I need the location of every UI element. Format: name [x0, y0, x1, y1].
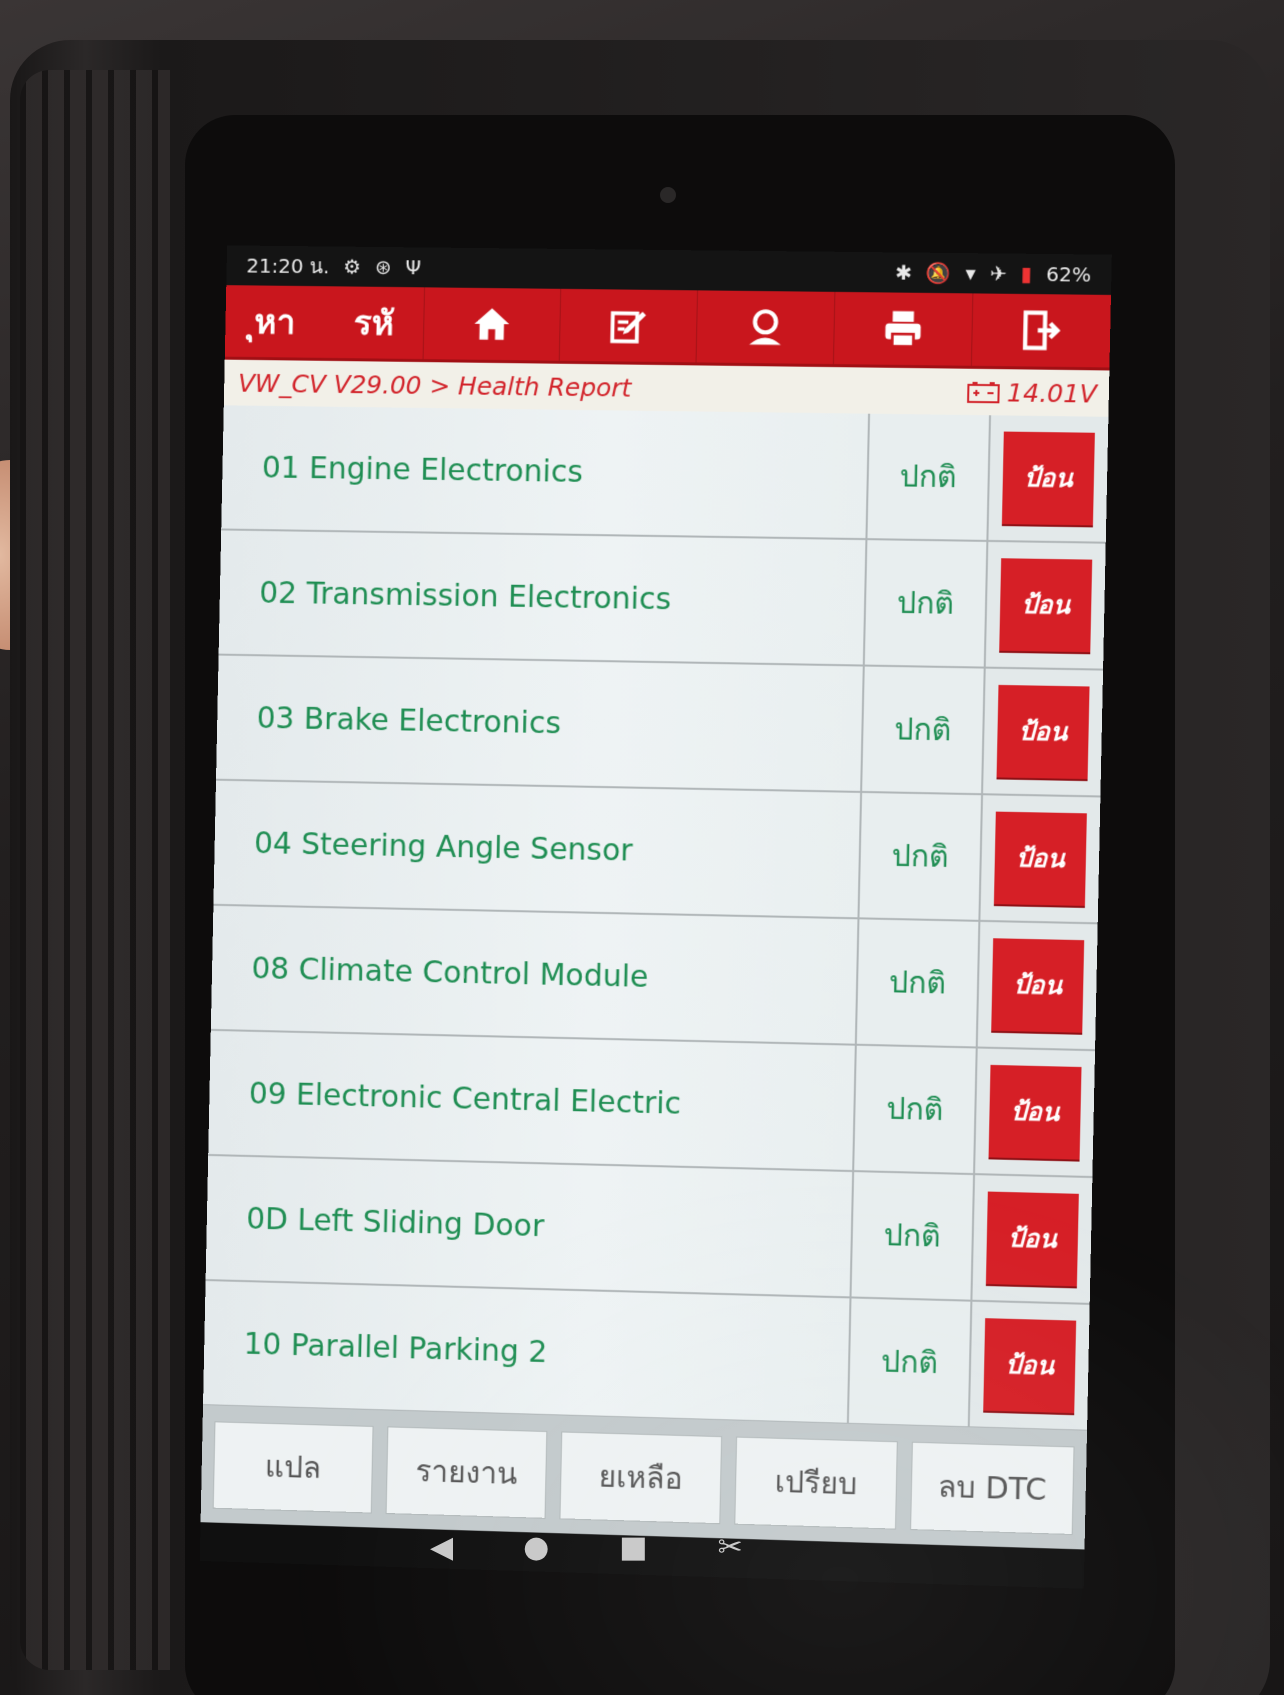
usb-icon: Ψ	[405, 255, 422, 280]
home-icon	[474, 308, 510, 340]
battery-icon: ▮	[1020, 261, 1033, 287]
help-button[interactable]: ยเหลือ	[559, 1431, 723, 1525]
print-icon	[885, 311, 921, 350]
mute-icon: 🔕	[925, 260, 952, 286]
photo-background: 21:20 น. ⚙ ⊛ Ψ ✱ 🔕 ▾ ✈ ▮ 62% ุหา รหั VW_…	[0, 0, 1284, 1695]
breadcrumb-path: VW_CV V29.00 > Health Report	[237, 368, 632, 403]
report-button[interactable]: รายงาน	[385, 1426, 548, 1519]
list-item: 0D Left Sliding Door ปกติ ป้อน	[205, 1155, 1093, 1305]
list-item: 02 Transmission Electronics ปกติ ป้อน	[218, 530, 1106, 671]
device-screen: 21:20 น. ⚙ ⊛ Ψ ✱ 🔕 ▾ ✈ ▮ 62% ุหา รหั VW_…	[199, 245, 1112, 1589]
airplane-icon: ✈	[989, 261, 1007, 286]
module-status: ปกติ	[856, 919, 981, 1047]
list-item: 08 Climate Control Module ปกติ ป้อน	[210, 905, 1098, 1052]
translate-button[interactable]: แปล	[212, 1421, 374, 1514]
module-name: 09 Electronic Central Electric	[208, 1030, 857, 1171]
voltage-readout: 14.01V	[966, 377, 1097, 408]
module-name: 01 Engine Electronics	[221, 405, 871, 539]
module-status: ปกติ	[851, 1172, 976, 1300]
module-status: ปกติ	[848, 1298, 973, 1427]
module-name: 03 Brake Electronics	[216, 655, 865, 791]
module-name: 02 Transmission Electronics	[218, 530, 868, 665]
system-navigation: ◀ ● ■ ✂	[430, 1530, 743, 1565]
user-icon	[744, 306, 787, 345]
module-name: 10 Parallel Parking 2	[203, 1281, 852, 1423]
code-tab[interactable]: รหั	[324, 295, 424, 350]
enter-button[interactable]: ป้อน	[993, 811, 1087, 906]
list-item: 03 Brake Electronics ปกติ ป้อน	[215, 655, 1104, 798]
module-status: ปกติ	[864, 540, 989, 667]
car-battery-icon	[966, 380, 1001, 405]
clear-dtc-button[interactable]: ลบ DTC	[910, 1441, 1075, 1536]
gear-icon: ⚙	[343, 254, 362, 279]
screenshot-icon[interactable]: ✂	[718, 1530, 743, 1565]
enter-button[interactable]: ป้อน	[996, 684, 1090, 780]
list-item: 09 Electronic Central Electric ปกติ ป้อน	[208, 1030, 1096, 1179]
module-status: ปกติ	[854, 1045, 978, 1174]
toolbar: ุหา รหั	[224, 285, 1111, 371]
device-grip-ridges	[20, 70, 170, 1670]
back-icon[interactable]: ◀	[430, 1530, 453, 1565]
enter-button[interactable]: ป้อน	[1001, 431, 1095, 526]
enter-button[interactable]: ป้อน	[985, 1191, 1079, 1287]
wifi-icon: ▾	[965, 261, 976, 286]
list-item: 04 Steering Angle Sensor ปกติ ป้อน	[213, 780, 1101, 925]
search-tab[interactable]: ุหา	[225, 294, 325, 349]
enter-button[interactable]: ป้อน	[988, 1064, 1082, 1160]
module-status: ปกติ	[859, 792, 984, 920]
compare-button[interactable]: เปรียบ	[734, 1436, 898, 1530]
recents-icon[interactable]: ■	[619, 1530, 647, 1565]
enter-button[interactable]: ป้อน	[999, 558, 1093, 653]
list-item: 01 Engine Electronics ปกติ ป้อน	[221, 405, 1109, 544]
edit-report-icon	[610, 311, 647, 344]
user-button[interactable]	[695, 290, 835, 365]
status-time: 21:20 น.	[246, 253, 330, 279]
enter-button[interactable]: ป้อน	[983, 1318, 1077, 1414]
bluetooth-icon: ✱	[894, 260, 913, 285]
module-name: 04 Steering Angle Sensor	[213, 780, 863, 918]
module-list: 01 Engine Electronics ปกติ ป้อน 02 Trans…	[202, 405, 1109, 1432]
exit-button[interactable]	[970, 293, 1111, 368]
battery-percent: 62%	[1045, 262, 1092, 287]
home-button[interactable]	[422, 287, 561, 361]
module-name: 08 Climate Control Module	[210, 905, 860, 1044]
front-camera	[660, 187, 676, 203]
home-dot-icon[interactable]: ●	[523, 1530, 549, 1565]
voltage-value: 14.01V	[1006, 377, 1098, 409]
print-button[interactable]	[832, 291, 973, 366]
module-status: ปกติ	[862, 666, 986, 794]
bluetooth-badge-icon: ⊛	[374, 254, 392, 280]
module-status: ปกติ	[867, 413, 992, 540]
exit-icon	[1020, 309, 1063, 352]
module-name: 0D Left Sliding Door	[205, 1155, 855, 1297]
enter-button[interactable]: ป้อน	[991, 938, 1085, 1033]
edit-report-button[interactable]	[558, 288, 698, 363]
